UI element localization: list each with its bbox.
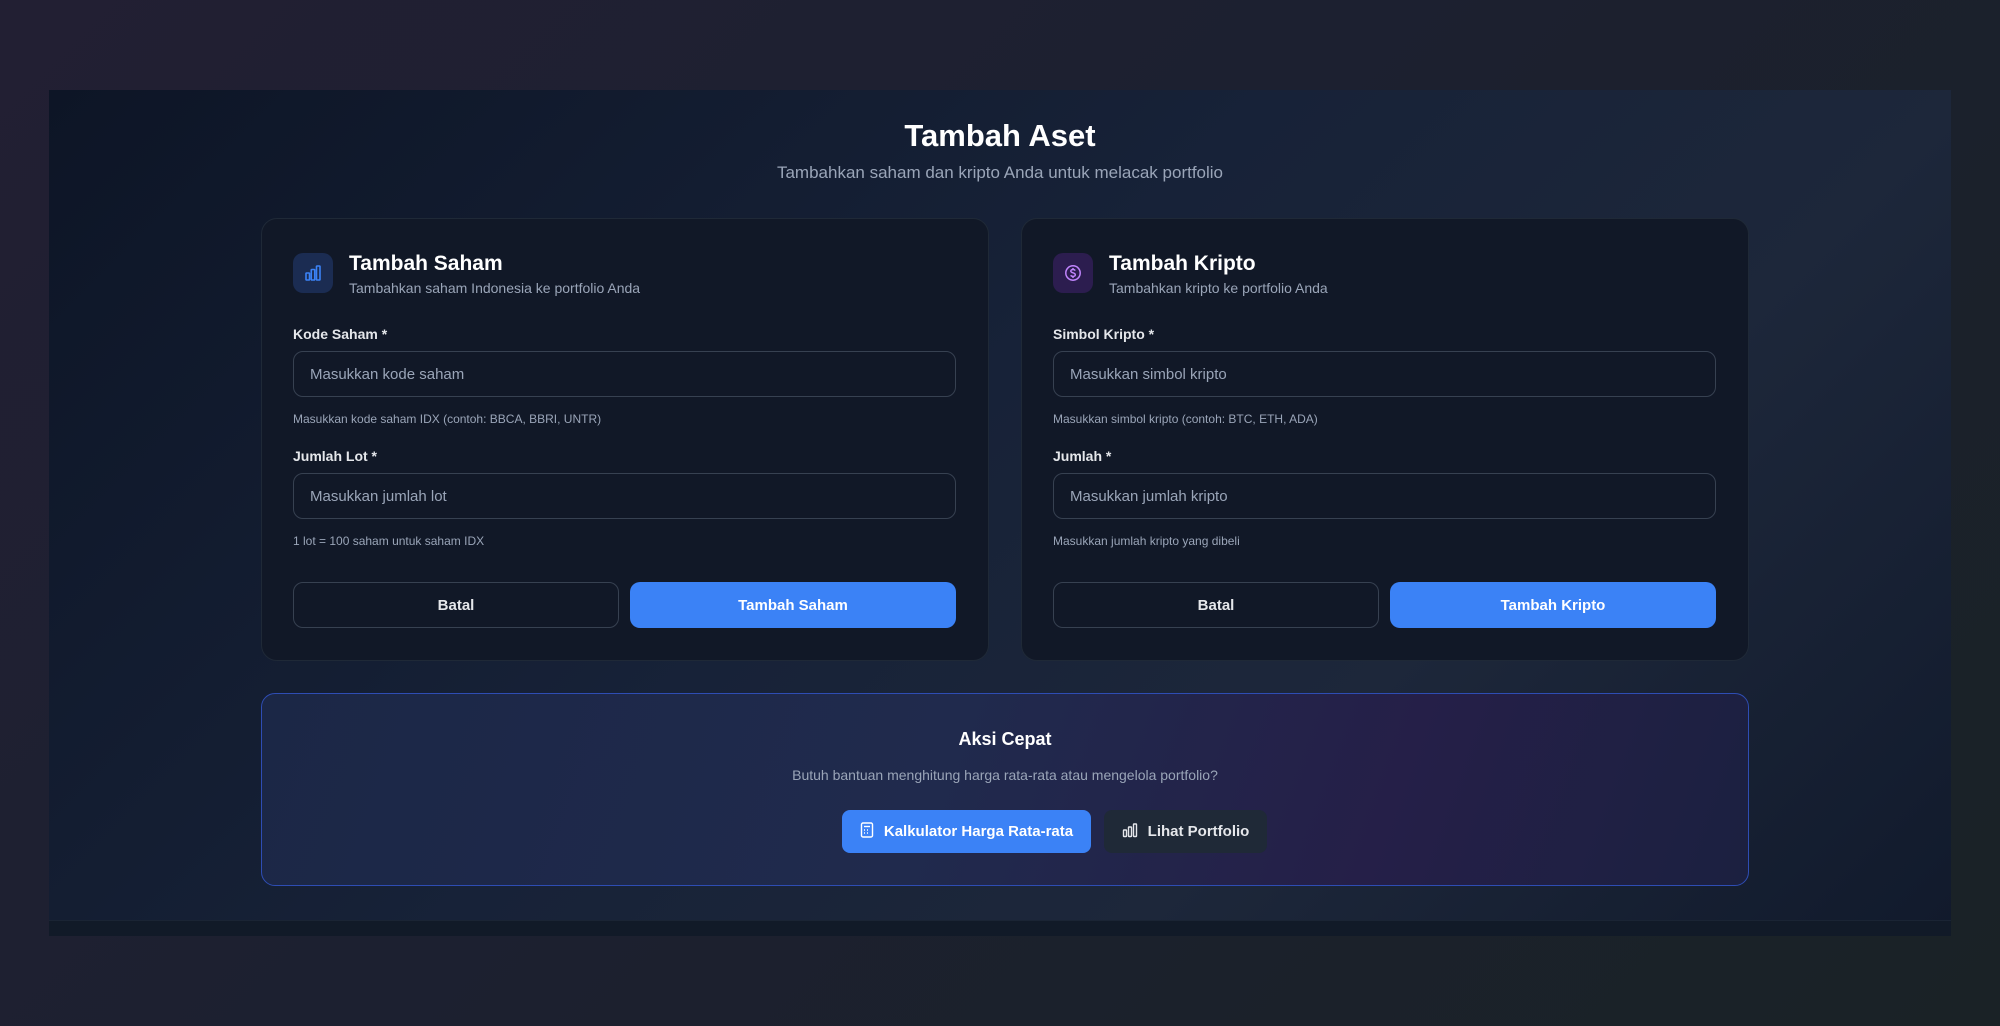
stock-code-input[interactable] [293, 351, 956, 397]
stock-card: Tambah Saham Tambahkan saham Indonesia k… [261, 218, 989, 661]
quick-actions-subtitle: Butuh bantuan menghitung harga rata-rata… [792, 767, 1218, 783]
average-price-calculator-button[interactable]: Kalkulator Harga Rata-rata [842, 810, 1091, 853]
crypto-amount-help: Masukkan jumlah kripto yang dibeli [1053, 534, 1240, 548]
crypto-card-title: Tambah Kripto [1109, 252, 1256, 275]
add-crypto-button[interactable]: Tambah Kripto [1390, 582, 1716, 628]
stock-card-title: Tambah Saham [349, 252, 503, 275]
bar-chart-icon [293, 253, 333, 293]
average-price-calculator-label: Kalkulator Harga Rata-rata [883, 823, 1074, 840]
footer-bar [49, 920, 1951, 936]
stock-card-subtitle: Tambahkan saham Indonesia ke portfolio A… [349, 280, 641, 296]
crypto-symbol-help: Masukkan simbol kripto (contoh: BTC, ETH… [1053, 412, 1318, 426]
stock-lot-label: Jumlah Lot * [293, 448, 378, 464]
view-portfolio-button[interactable]: Lihat Portfolio [1104, 810, 1267, 853]
crypto-amount-input[interactable] [1053, 473, 1716, 519]
stock-code-label: Kode Saham * [293, 326, 388, 342]
stock-lot-input[interactable] [293, 473, 956, 519]
add-stock-button[interactable]: Tambah Saham [630, 582, 956, 628]
calculator-icon [860, 821, 874, 842]
stock-lot-help: 1 lot = 100 saham untuk saham IDX [293, 534, 485, 548]
crypto-symbol-input[interactable] [1053, 351, 1716, 397]
crypto-amount-label: Jumlah * [1053, 448, 1112, 464]
dollar-circle-icon [1053, 253, 1093, 293]
app-frame: Tambah Aset Tambahkan saham dan kripto A… [49, 90, 1951, 936]
quick-actions-title: Aksi Cepat [958, 729, 1052, 749]
crypto-card: Tambah Kripto Tambahkan kripto ke portfo… [1021, 218, 1749, 661]
crypto-cancel-button[interactable]: Batal [1053, 582, 1379, 628]
page-subtitle: Tambahkan saham dan kripto Anda untuk me… [776, 163, 1224, 182]
view-portfolio-label: Lihat Portfolio [1147, 823, 1250, 840]
crypto-symbol-label: Simbol Kripto * [1053, 326, 1155, 342]
page-title: Tambah Aset [904, 118, 1096, 153]
crypto-card-subtitle: Tambahkan kripto ke portfolio Anda [1109, 280, 1328, 296]
bar-chart-icon [1122, 822, 1138, 842]
quick-actions-panel: Aksi Cepat Butuh bantuan menghitung harg… [261, 693, 1749, 886]
stock-code-help: Masukkan kode saham IDX (contoh: BBCA, B… [293, 412, 602, 426]
stock-cancel-button[interactable]: Batal [293, 582, 619, 628]
